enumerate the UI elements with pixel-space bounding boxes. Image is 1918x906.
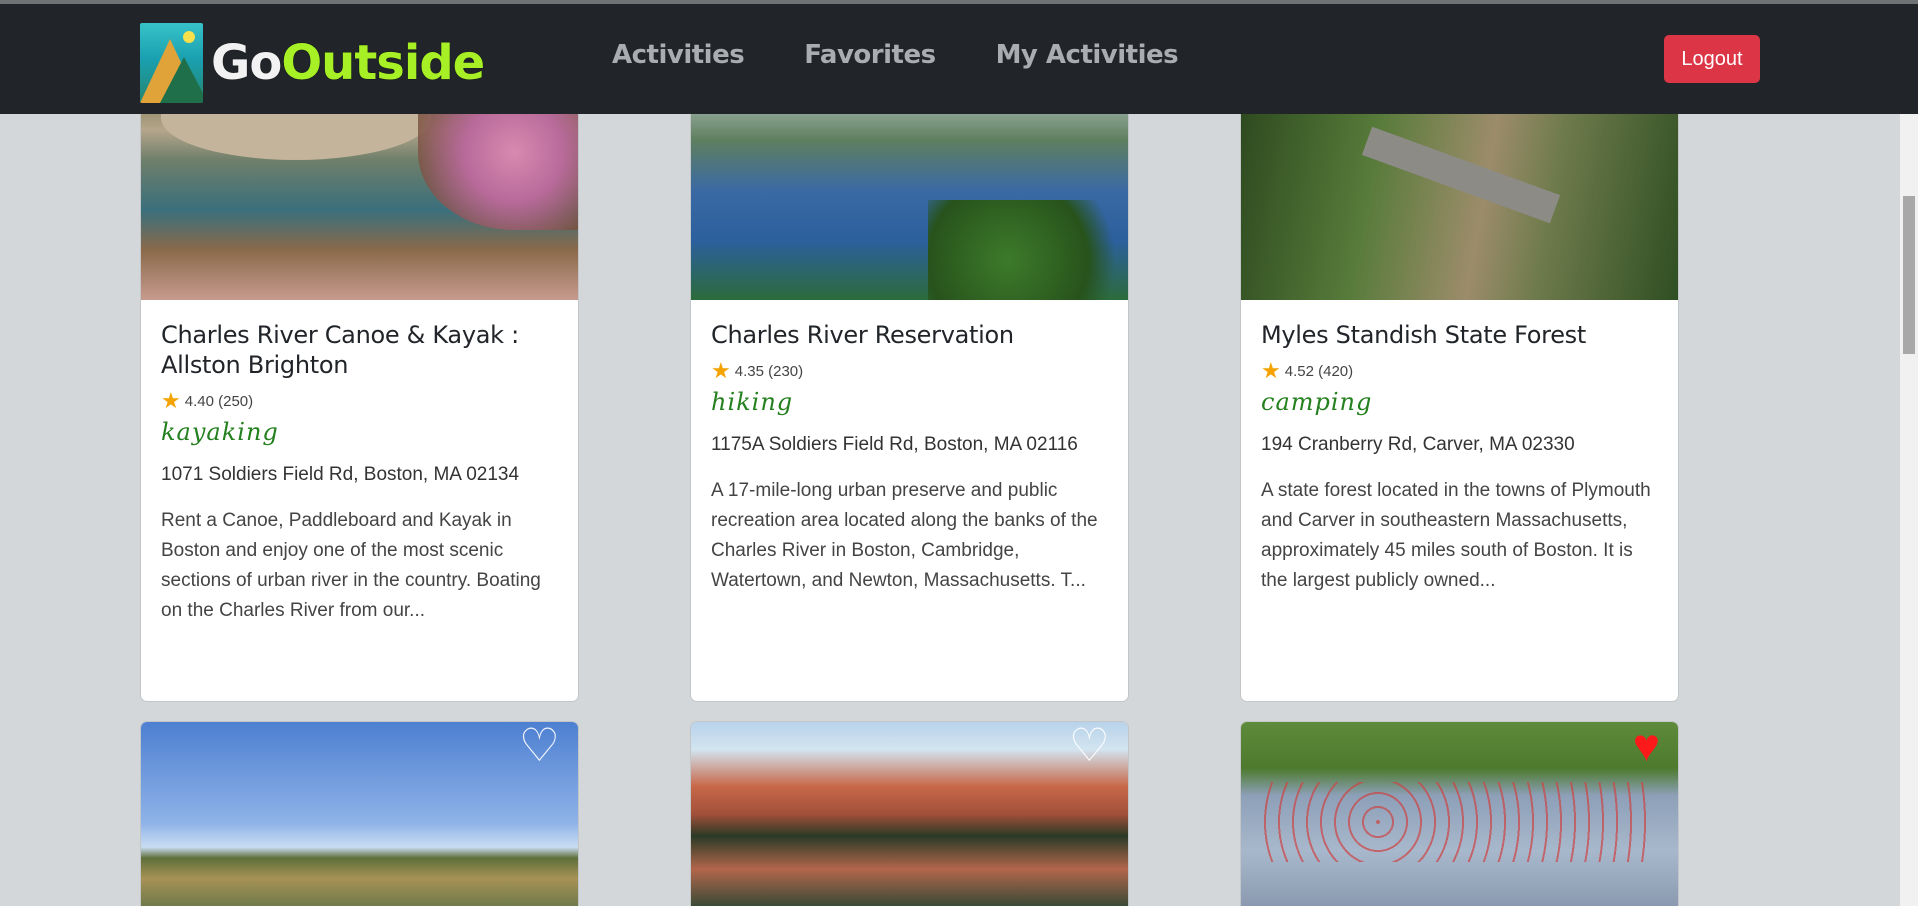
card-title[interactable]: Charles River Reservation <box>711 320 1108 350</box>
logo[interactable]: GoOutside <box>140 23 485 103</box>
card-description: A 17-mile-long urban preserve and public… <box>711 480 1098 591</box>
activity-card-myles-standish[interactable]: Myles Standish State Forest ★ 4.52 (420)… <box>1241 100 1678 701</box>
rating-value: 4.40 <box>184 392 214 410</box>
logo-text-outside: Outside <box>281 35 485 91</box>
activity-card-canoe-kayak[interactable]: Charles River Canoe & Kayak : Allston Br… <box>141 100 578 701</box>
rating-value: 4.52 <box>1284 362 1314 380</box>
review-count: (420) <box>1318 362 1354 380</box>
review-count: (250) <box>218 392 254 410</box>
heart-filled-icon[interactable]: ♥ <box>1633 722 1660 768</box>
nav-favorites[interactable]: Favorites <box>804 40 936 70</box>
activity-card-row2-3[interactable]: ♥ <box>1241 722 1678 906</box>
heart-outline-icon[interactable]: ♡ <box>1069 722 1110 768</box>
nav-my-activities[interactable]: My Activities <box>996 40 1179 70</box>
activity-card-charles-river-reservation[interactable]: Charles River Reservation ★ 4.35 (230) h… <box>691 100 1128 701</box>
scrollbar-thumb[interactable] <box>1903 196 1915 354</box>
star-icon: ★ <box>161 388 181 413</box>
card-image <box>141 722 578 906</box>
logo-mountain-icon <box>140 23 203 103</box>
activity-type: kayaking <box>161 418 279 446</box>
card-image <box>691 722 1128 906</box>
logo-text-go: Go <box>211 35 282 91</box>
navbar: GoOutside Activities Favorites My Activi… <box>0 4 1918 114</box>
activity-card-row2-2[interactable]: ♡ <box>691 722 1128 906</box>
card-rating: ★ 4.52 (420) <box>1261 360 1658 382</box>
card-address: 1071 Soldiers Field Rd, Boston, MA 02134 <box>161 464 520 485</box>
heart-outline-icon[interactable]: ♡ <box>519 722 560 768</box>
activity-type: camping <box>1261 388 1373 416</box>
rating-value: 4.35 <box>734 362 764 380</box>
activity-type: hiking <box>711 388 794 416</box>
activity-card-row2-1[interactable]: ♡ <box>141 722 578 906</box>
card-image <box>141 100 578 300</box>
card-image <box>1241 100 1678 300</box>
card-image <box>1241 722 1678 906</box>
card-rating: ★ 4.35 (230) <box>711 360 1108 382</box>
card-title[interactable]: Charles River Canoe & Kayak : Allston Br… <box>161 320 558 380</box>
card-address: 194 Cranberry Rd, Carver, MA 02330 <box>1261 434 1575 455</box>
star-icon: ★ <box>711 358 731 383</box>
card-image <box>691 100 1128 300</box>
card-title[interactable]: Myles Standish State Forest <box>1261 320 1658 350</box>
nav-activities[interactable]: Activities <box>612 40 745 70</box>
window-top-border <box>0 0 1918 4</box>
review-count: (230) <box>768 362 804 380</box>
star-icon: ★ <box>1261 358 1281 383</box>
nav-links: Activities Favorites My Activities <box>612 40 1238 70</box>
logout-button[interactable]: Logout <box>1664 35 1760 83</box>
card-description: A state forest located in the towns of P… <box>1261 480 1651 591</box>
card-address: 1175A Soldiers Field Rd, Boston, MA 0211… <box>711 434 1078 455</box>
logo-text: GoOutside <box>211 39 485 87</box>
card-description: Rent a Canoe, Paddleboard and Kayak in B… <box>161 510 541 621</box>
card-rating: ★ 4.40 (250) <box>161 390 558 412</box>
scrollbar[interactable] <box>1900 114 1918 906</box>
